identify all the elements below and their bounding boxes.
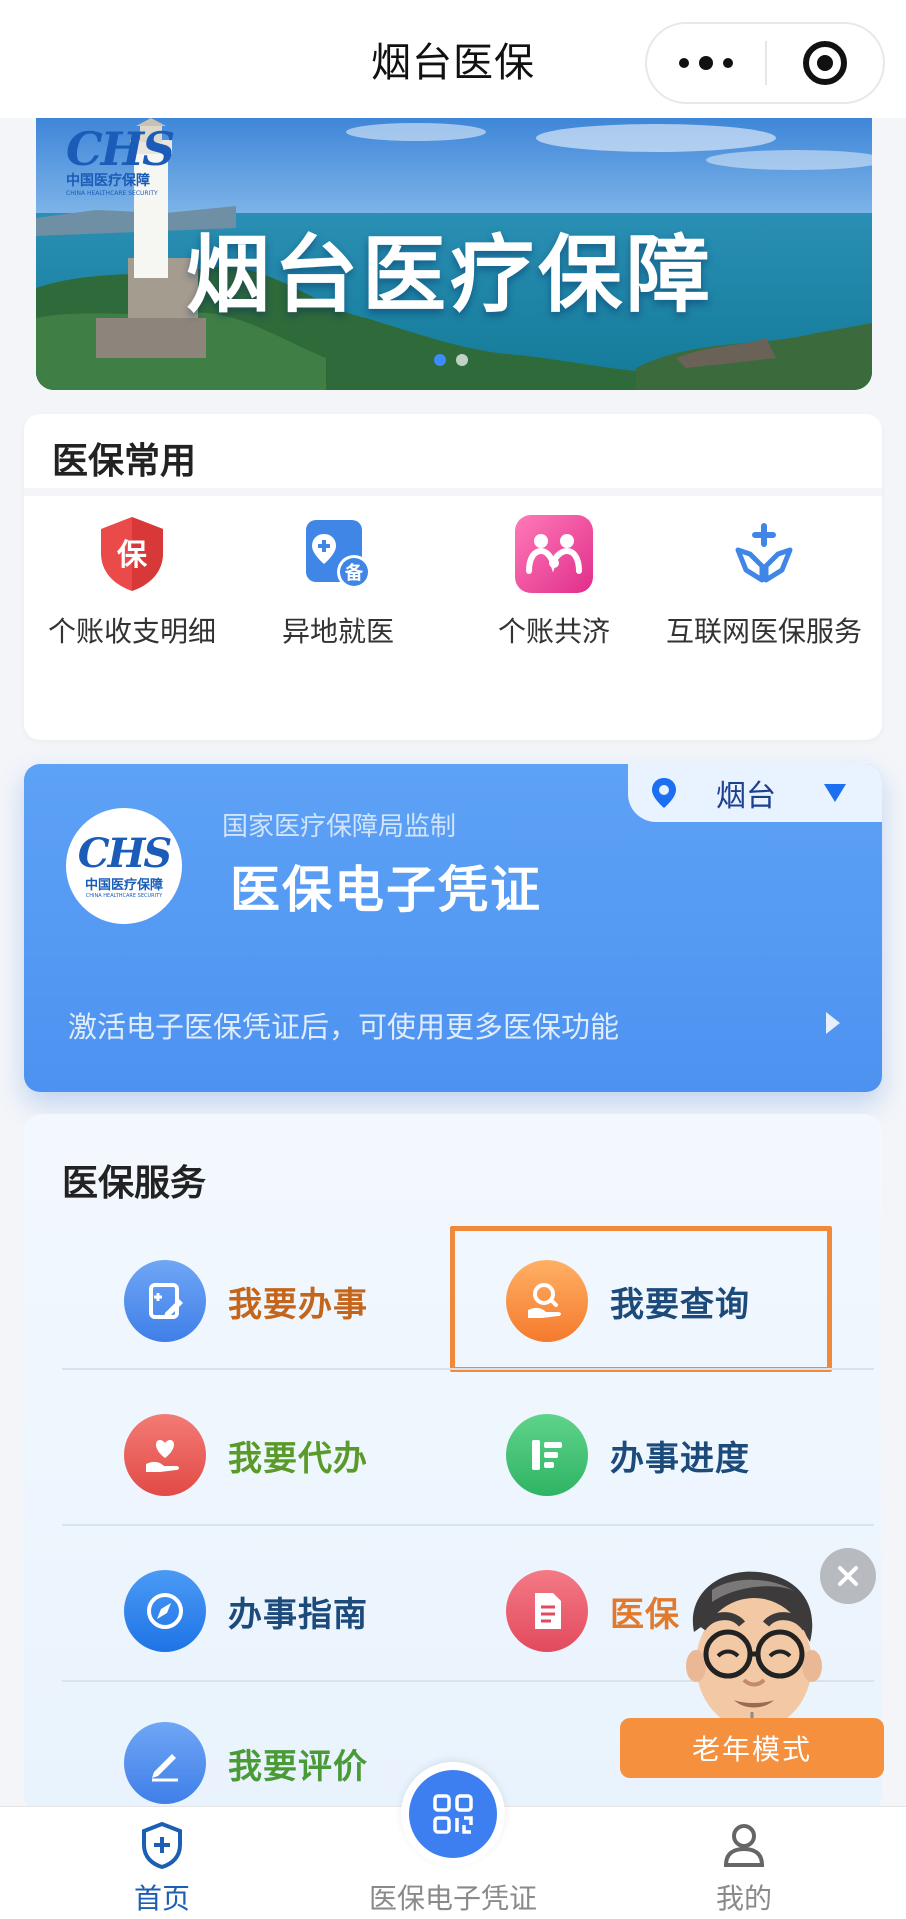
more-menu-button[interactable] xyxy=(647,24,765,102)
service-label: 我要代办 xyxy=(228,1438,368,1479)
section-title: 医保常用 xyxy=(52,441,197,482)
service-agent-handle[interactable]: 我要代办 xyxy=(124,1414,368,1496)
activation-hint: 激活电子医保凭证后，可使用更多医保功能 xyxy=(68,1010,620,1044)
tab-home[interactable]: 首页 xyxy=(62,1807,262,1919)
city-name: 烟台 xyxy=(716,779,776,814)
qr-code-icon xyxy=(409,1770,497,1858)
shield-bao-icon: 保 xyxy=(92,514,172,594)
tab-label: 首页 xyxy=(133,1882,190,1915)
carousel-dot-active xyxy=(434,354,446,366)
supervision-text: 国家医疗保障局监制 xyxy=(222,812,457,842)
tab-label: 医保电子凭证 xyxy=(368,1882,537,1915)
quick-item-internet-service[interactable]: 互联网医保服务 xyxy=(654,514,874,652)
dot-icon xyxy=(699,56,713,70)
compass-icon xyxy=(124,1570,206,1652)
location-pin-icon xyxy=(652,778,676,808)
service-label: 我要办事 xyxy=(228,1284,368,1325)
nav-header: 烟台医保 xyxy=(0,0,906,118)
heart-hand-icon xyxy=(124,1414,206,1496)
chs-logo: CHS 中国医疗保障 CHINA HEALTHCARE SECURITY xyxy=(66,808,182,924)
banner-carousel[interactable]: CHS 中国医疗保障 CHINA HEALTHCARE SECURITY 烟台医… xyxy=(36,118,872,390)
service-guide[interactable]: 办事指南 xyxy=(124,1570,368,1652)
svg-text:保: 保 xyxy=(117,538,148,573)
city-selector[interactable]: 烟台 xyxy=(628,764,882,822)
quick-item-label: 互联网医保服务 xyxy=(665,615,862,648)
hands-cross-icon xyxy=(724,514,804,594)
dot-icon xyxy=(679,58,689,68)
tab-label: 我的 xyxy=(715,1882,772,1915)
family-share-icon xyxy=(514,514,594,594)
row-divider xyxy=(62,1524,874,1526)
highlight-box xyxy=(450,1226,832,1372)
common-services-card: 医保常用 保 个账收支明细 备 异地就医 个账共济 互联网医保服务 xyxy=(24,414,882,740)
quick-item-remote-medical[interactable]: 备 异地就医 xyxy=(238,514,438,652)
tab-mine[interactable]: 我的 xyxy=(644,1807,844,1919)
dropdown-arrow-icon xyxy=(824,784,846,802)
banner-headline: 烟台医疗保障 xyxy=(186,225,715,324)
service-progress[interactable]: 办事进度 xyxy=(506,1414,750,1496)
service-medical-insurance[interactable]: 医保 xyxy=(506,1570,680,1652)
carousel-indicator xyxy=(434,354,468,366)
service-evaluate[interactable]: 我要评价 xyxy=(124,1722,368,1804)
elder-mode-button[interactable]: 老年模式 xyxy=(620,1718,884,1778)
close-icon[interactable] xyxy=(820,1548,876,1604)
section-divider xyxy=(24,488,882,496)
carousel-dot xyxy=(456,354,468,366)
medical-credential-card[interactable]: 烟台 CHS 中国医疗保障 CHINA HEALTHCARE SECURITY … xyxy=(24,764,882,1092)
svg-text:备: 备 xyxy=(344,562,364,584)
quick-item-label: 个账收支明细 xyxy=(47,615,216,648)
user-icon xyxy=(644,1821,844,1869)
edit-doc-icon xyxy=(124,1260,206,1342)
quick-item-family-share[interactable]: 个账共济 xyxy=(454,514,654,652)
service-label: 我要评价 xyxy=(228,1746,368,1787)
remote-filing-icon: 备 xyxy=(298,514,378,594)
home-shield-icon xyxy=(62,1821,262,1869)
section-title: 医保服务 xyxy=(62,1163,207,1204)
dot-icon xyxy=(723,58,733,68)
credential-title: 医保电子凭证 xyxy=(230,861,542,919)
progress-icon xyxy=(506,1414,588,1496)
chs-logo: CHS 中国医疗保障 CHINA HEALTHCARE SECURITY xyxy=(66,122,175,197)
service-label: 办事进度 xyxy=(610,1438,750,1479)
mini-program-capsule xyxy=(645,22,885,104)
pencil-icon xyxy=(124,1722,206,1804)
target-icon xyxy=(803,41,847,85)
quick-item-label: 个账共济 xyxy=(497,615,610,648)
row-divider xyxy=(62,1368,874,1370)
close-miniprogram-button[interactable] xyxy=(767,41,883,85)
chevron-right-icon xyxy=(826,1012,840,1034)
elder-mode-avatar[interactable] xyxy=(672,1562,832,1740)
service-label: 医保 xyxy=(610,1594,680,1635)
service-label: 办事指南 xyxy=(228,1594,368,1635)
quick-item-account-details[interactable]: 保 个账收支明细 xyxy=(32,514,232,652)
credential-qr-button[interactable] xyxy=(401,1762,505,1866)
document-icon xyxy=(506,1570,588,1652)
quick-item-label: 异地就医 xyxy=(281,615,394,648)
service-handle-affairs[interactable]: 我要办事 xyxy=(124,1260,368,1342)
